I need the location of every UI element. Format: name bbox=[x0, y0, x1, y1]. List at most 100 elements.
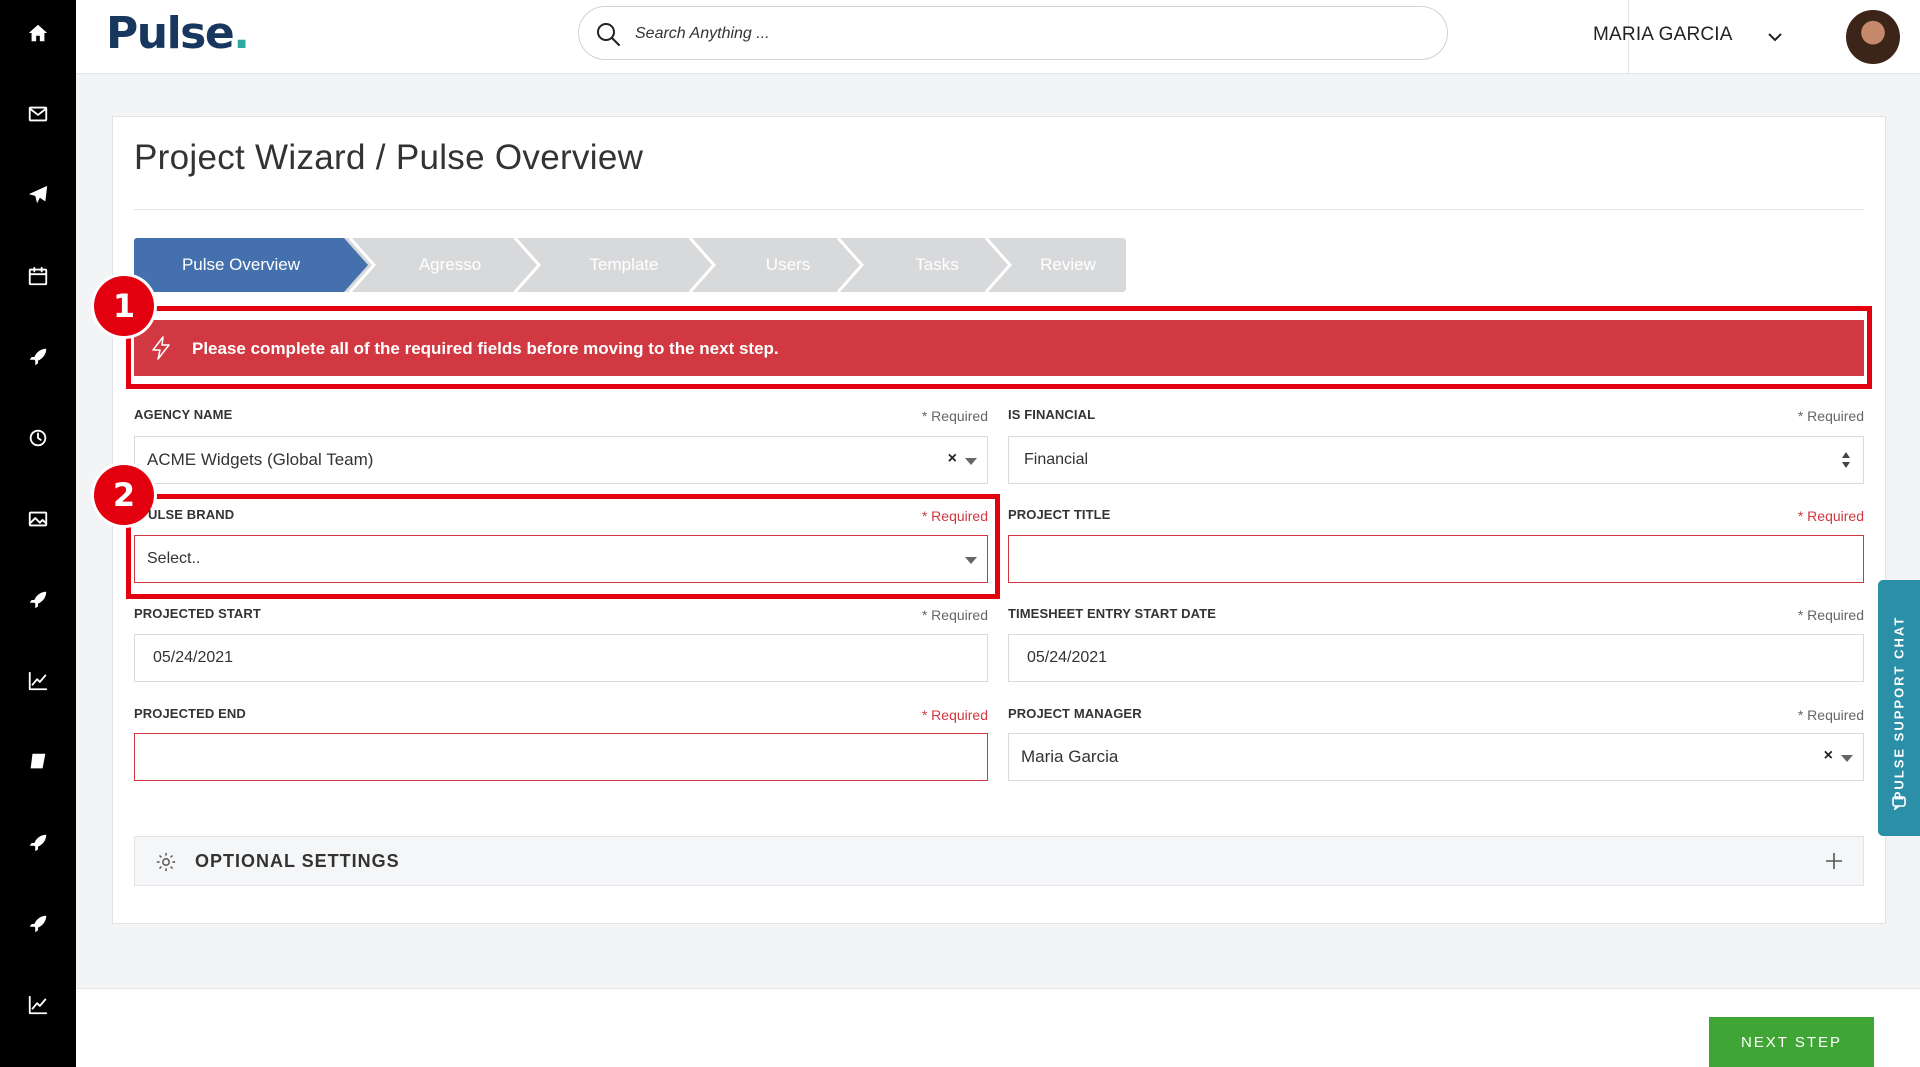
clear-icon[interactable]: × bbox=[1824, 747, 1833, 765]
rocket-icon bbox=[29, 348, 47, 366]
timesheet-start-label: TIMESHEET ENTRY START DATE bbox=[1008, 606, 1216, 621]
caret-down-icon[interactable] bbox=[1841, 755, 1853, 762]
next-step-button[interactable]: NEXT STEP bbox=[1709, 1017, 1874, 1067]
projected-start-date[interactable]: 05/24/2021 bbox=[134, 634, 988, 682]
pulse-logo[interactable]: Pulse. bbox=[106, 8, 250, 59]
project-title-label: PROJECT TITLE bbox=[1008, 507, 1111, 522]
wizard-steps: Pulse Overview Agresso Template Users Ta… bbox=[134, 238, 1126, 292]
is-financial-label: IS FINANCIAL bbox=[1008, 407, 1096, 422]
step-review[interactable]: Review bbox=[1010, 238, 1126, 292]
pulse-brand-select[interactable]: Select.. bbox=[134, 535, 988, 583]
search-input[interactable] bbox=[635, 19, 1415, 49]
agency-name-required: * Required bbox=[921, 408, 988, 424]
step-pulse-overview[interactable]: Pulse Overview bbox=[134, 238, 368, 292]
chevron-down-icon[interactable] bbox=[1768, 29, 1782, 42]
optional-settings-label: OPTIONAL SETTINGS bbox=[195, 851, 400, 871]
sidebar-item-calendar[interactable] bbox=[0, 246, 76, 306]
user-menu-name[interactable]: MARIA GARCIA bbox=[1593, 24, 1733, 46]
projected-end-required: * Required bbox=[921, 707, 988, 723]
step-separator bbox=[982, 238, 1013, 292]
sidebar-item-reports[interactable] bbox=[0, 975, 76, 1035]
step-label: Tasks bbox=[915, 255, 959, 274]
project-manager-value: Maria Garcia bbox=[1021, 747, 1119, 766]
pulse-brand-required: * Required bbox=[921, 508, 988, 524]
search-icon bbox=[597, 23, 620, 46]
footer-bar bbox=[76, 988, 1920, 1067]
annotation-box-1 bbox=[126, 306, 1872, 389]
sidebar-item-rocket-1[interactable] bbox=[0, 327, 76, 387]
calendar-icon bbox=[28, 266, 48, 286]
sidebar bbox=[0, 0, 76, 1067]
agency-name-value: ACME Widgets (Global Team) bbox=[147, 450, 374, 469]
step-agresso[interactable]: Agresso bbox=[370, 238, 530, 292]
plus-icon[interactable] bbox=[1823, 850, 1845, 872]
project-title-required: * Required bbox=[1797, 508, 1864, 524]
step-separator bbox=[511, 238, 542, 292]
timesheet-start-required: * Required bbox=[1797, 607, 1864, 623]
pulse-brand-label: ULSE BRAND bbox=[148, 507, 235, 522]
step-label: Pulse Overview bbox=[181, 255, 301, 274]
support-chat-label: PULSE SUPPORT CHAT bbox=[1891, 615, 1907, 801]
step-separator bbox=[834, 238, 865, 292]
sidebar-item-mail[interactable] bbox=[0, 84, 76, 144]
chart-icon bbox=[28, 995, 48, 1015]
chart-icon bbox=[28, 671, 48, 691]
project-manager-required: * Required bbox=[1797, 707, 1864, 723]
send-icon bbox=[28, 185, 48, 204]
caret-down-icon[interactable] bbox=[965, 557, 977, 564]
caret-down-icon[interactable] bbox=[965, 458, 977, 465]
project-title-input[interactable] bbox=[1008, 535, 1864, 583]
agency-name-select[interactable]: ACME Widgets (Global Team) × bbox=[134, 436, 988, 484]
is-financial-required: * Required bbox=[1797, 408, 1864, 424]
projected-start-value: 05/24/2021 bbox=[153, 649, 234, 666]
sidebar-item-book[interactable] bbox=[0, 732, 76, 792]
logo-text: Pulse bbox=[106, 8, 235, 59]
image-icon bbox=[28, 511, 48, 527]
rocket-icon bbox=[29, 834, 47, 852]
page-title: Project Wizard / Pulse Overview bbox=[134, 138, 644, 177]
project-manager-select[interactable]: Maria Garcia × bbox=[1008, 733, 1864, 781]
sidebar-item-send[interactable] bbox=[0, 165, 76, 225]
step-template[interactable]: Template bbox=[538, 238, 710, 292]
projected-start-label: PROJECTED START bbox=[134, 606, 261, 621]
step-label: Users bbox=[765, 255, 811, 274]
annotation-badge-2: 2 bbox=[94, 465, 154, 525]
timesheet-start-value: 05/24/2021 bbox=[1027, 649, 1108, 666]
step-separator bbox=[686, 238, 717, 292]
mail-icon bbox=[28, 106, 48, 122]
sidebar-item-home[interactable] bbox=[0, 3, 76, 63]
step-label: Agresso bbox=[418, 255, 482, 274]
sidebar-item-images[interactable] bbox=[0, 489, 76, 549]
search-bar[interactable] bbox=[578, 6, 1448, 60]
support-chat-tab[interactable]: PULSE SUPPORT CHAT bbox=[1878, 580, 1920, 836]
sidebar-item-clock[interactable] bbox=[0, 408, 76, 468]
optional-settings-panel[interactable]: OPTIONAL SETTINGS bbox=[134, 836, 1864, 886]
is-financial-value: Financial bbox=[1024, 451, 1089, 468]
sidebar-item-rocket-3[interactable] bbox=[0, 813, 76, 873]
agency-name-label: AGENCY NAME bbox=[134, 407, 233, 422]
clock-icon bbox=[29, 429, 47, 447]
is-financial-select[interactable]: Financial bbox=[1008, 436, 1864, 484]
gear-icon bbox=[156, 852, 176, 872]
sidebar-item-analytics[interactable] bbox=[0, 651, 76, 711]
step-label: Review bbox=[1040, 255, 1096, 274]
home-icon bbox=[28, 24, 48, 42]
sidebar-item-rocket-4[interactable] bbox=[0, 894, 76, 954]
clear-icon[interactable]: × bbox=[948, 450, 957, 468]
pulse-brand-value: Select.. bbox=[147, 550, 201, 567]
logo-dot: . bbox=[233, 8, 250, 59]
title-divider bbox=[134, 209, 1864, 210]
sort-arrows-icon bbox=[1841, 449, 1851, 471]
top-bar: Pulse. MARIA GARCIA bbox=[76, 0, 1920, 74]
avatar[interactable] bbox=[1846, 10, 1900, 64]
timesheet-start-date[interactable]: 05/24/2021 bbox=[1008, 634, 1864, 682]
step-label: Template bbox=[589, 255, 659, 274]
sidebar-item-rocket-2[interactable] bbox=[0, 570, 76, 630]
rocket-icon bbox=[29, 915, 47, 933]
projected-start-required: * Required bbox=[921, 607, 988, 623]
projected-end-date[interactable] bbox=[134, 733, 988, 781]
rocket-icon bbox=[29, 591, 47, 609]
annotation-badge-1: 1 bbox=[94, 276, 154, 336]
projected-end-label: PROJECTED END bbox=[134, 706, 246, 721]
project-manager-label: PROJECT MANAGER bbox=[1008, 706, 1142, 721]
